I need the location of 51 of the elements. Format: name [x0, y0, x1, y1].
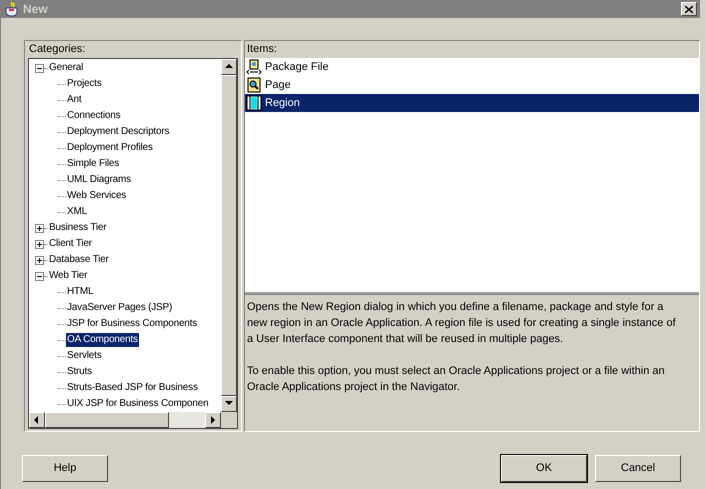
scroll-right-button[interactable] — [205, 412, 221, 428]
description-text: Opens the New Region dialog in which you define a filename, package and style for a new region in an Oracle Application. A region file is used for creating a single instance of a User Interface component that will be reused in multiple pages. — [247, 300, 677, 347]
tree-item[interactable]: Business Tier — [48, 221, 108, 235]
tree-item[interactable]: Projects — [66, 77, 103, 91]
expand-icon[interactable] — [35, 256, 44, 264]
scroll-up-button[interactable] — [221, 59, 237, 75]
scrollbar-corner — [221, 412, 237, 428]
tree-item[interactable]: Ant — [66, 93, 82, 107]
horizontal-scrollbar[interactable] — [29, 412, 237, 428]
tree-item[interactable]: Simple Files — [66, 157, 120, 171]
tree-item[interactable]: Web Tier — [48, 269, 88, 283]
description-text: To enable this option, you must select an Oracle Applications project or a file within an Oracle Applications project in the Navigator. — [247, 364, 666, 395]
window-title: New — [23, 1, 48, 18]
coffee-cup-icon — [4, 1, 20, 17]
tree-item[interactable]: UIX JSP for Business Componen — [66, 397, 210, 411]
expand-icon[interactable] — [35, 240, 44, 248]
scroll-down-button[interactable] — [221, 396, 237, 412]
list-item[interactable]: Region — [245, 94, 699, 112]
list-item[interactable]: Page — [245, 76, 699, 94]
tree-item[interactable]: UML Diagrams — [66, 173, 132, 187]
tree-item[interactable]: Deployment Profiles — [66, 141, 154, 155]
cancel-button[interactable]: Cancel — [595, 455, 681, 482]
categories-label: Categories: — [28, 42, 86, 57]
tree-item[interactable]: JavaServer Pages (JSP) — [66, 301, 174, 315]
expand-icon[interactable] — [35, 224, 44, 232]
tree-item[interactable]: XML — [66, 205, 88, 219]
tree-item[interactable]: Connections — [66, 109, 122, 123]
package-file-icon — [246, 59, 262, 75]
tree-item[interactable]: General — [48, 61, 84, 75]
items-label: Items: — [246, 42, 278, 57]
close-button[interactable] — [681, 2, 697, 16]
collapse-icon[interactable] — [35, 272, 44, 280]
tree-item[interactable]: Servlets — [66, 349, 103, 363]
close-icon — [685, 6, 693, 12]
ok-button[interactable]: OK — [501, 455, 587, 482]
tree-item[interactable]: Database Tier — [48, 253, 110, 267]
scroll-thumb[interactable] — [45, 412, 169, 428]
page-icon — [246, 77, 262, 93]
tree-item[interactable]: Deployment Descriptors — [66, 125, 170, 139]
help-button[interactable]: Help — [22, 455, 108, 482]
tree-item[interactable]: Client Tier — [48, 237, 93, 251]
collapse-icon[interactable] — [35, 64, 44, 72]
tree-item[interactable]: Web Services — [66, 189, 128, 203]
tree-item[interactable]: Struts-Based JSP for Business — [66, 381, 199, 395]
tree-item[interactable]: OA Components — [66, 333, 139, 347]
scroll-left-button[interactable] — [29, 412, 45, 428]
list-item[interactable]: Package File — [245, 58, 699, 76]
right-arrow-icon — [208, 415, 218, 425]
tree-item[interactable]: HTML — [66, 285, 94, 299]
tree-item[interactable]: Struts — [66, 365, 93, 379]
tree-item[interactable]: JSP for Business Components — [66, 317, 198, 331]
